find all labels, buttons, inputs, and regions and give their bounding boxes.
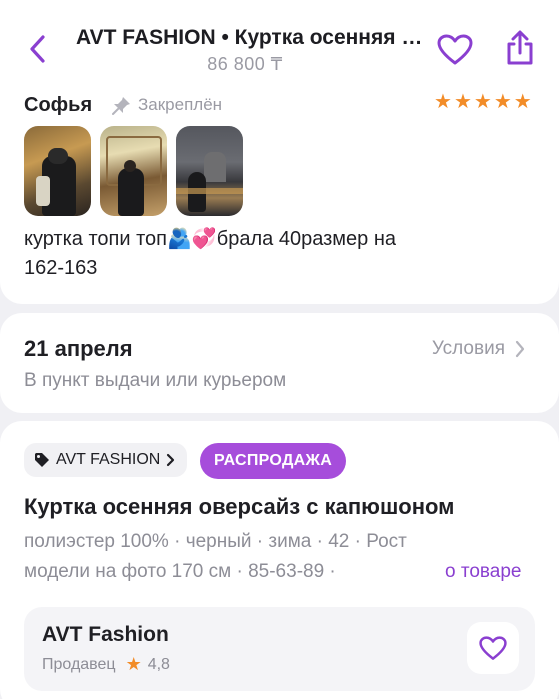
top-bar: AVT FASHION • Куртка осенняя оверсайз с … — [0, 0, 559, 84]
attributes-line: полиэстер 100% · черный · зима · 42 · Ро… — [24, 531, 407, 552]
delivery-card[interactable]: 21 апреля В пункт выдачи или курьером Ус… — [0, 313, 559, 413]
delivery-date: 21 апреля — [24, 336, 133, 361]
pinned-text: Закреплён — [138, 95, 223, 114]
star-icon: ★ — [125, 654, 142, 674]
product-attributes: полиэстер 100% · черный · зима · 42 · Ро… — [24, 527, 504, 587]
brand-chip[interactable]: AVT FASHION — [24, 443, 188, 477]
about-product-link[interactable]: о товаре — [445, 557, 521, 587]
review-text-line: куртка топи топ🫂💞брала 40размер на — [24, 228, 396, 250]
seller-favorite-button[interactable] — [467, 622, 519, 674]
star-icon: ★ — [513, 91, 532, 113]
share-button[interactable] — [502, 28, 538, 68]
conditions-link[interactable]: Условия — [432, 338, 525, 360]
brand-label: AVT FASHION — [56, 451, 161, 468]
review-card: Софья Закреплён ★ ★ ★ ★ ★ куртка топи то… — [0, 84, 559, 304]
seller-meta: Продавец ★ 4,8 — [42, 654, 170, 675]
star-icon: ★ — [453, 91, 472, 113]
share-icon — [507, 30, 533, 65]
review-text-line: 162-163 — [24, 257, 98, 279]
rating-stars: ★ ★ ★ ★ ★ — [434, 92, 532, 112]
favorite-button[interactable] — [436, 32, 474, 68]
header-price: 86 800 ₸ — [207, 54, 283, 74]
seller-name: AVT Fashion — [42, 623, 169, 646]
pinned-label: Закреплён — [112, 95, 222, 115]
reviewer-name: Софья — [24, 94, 93, 116]
seller-rating: 4,8 — [147, 655, 170, 673]
page-title: AVT FASHION • Куртка осенняя оверсайз с … — [76, 26, 424, 49]
star-icon: ★ — [434, 91, 452, 113]
review-photo[interactable] — [176, 126, 243, 216]
star-icon: ★ — [473, 91, 492, 113]
seller-card[interactable]: AVT Fashion Продавец ★ 4,8 — [24, 607, 535, 691]
product-card: AVT FASHION РАСПРОДАЖА Куртка осенняя ов… — [0, 421, 559, 699]
heart-icon — [437, 34, 473, 65]
heart-icon — [479, 635, 507, 660]
star-icon: ★ — [493, 91, 512, 113]
conditions-label: Условия — [431, 338, 505, 359]
delivery-subtitle: В пункт выдачи или курьером — [24, 370, 287, 391]
sale-badge[interactable]: РАСПРОДАЖА — [200, 443, 347, 479]
product-name: Куртка осенняя оверсайз с капюшоном — [24, 494, 455, 519]
chevron-right-icon — [167, 453, 175, 467]
review-text: куртка топи топ🫂💞брала 40размер на 162-1… — [24, 225, 534, 283]
tag-icon — [35, 453, 49, 467]
pin-icon — [112, 97, 130, 115]
review-photos — [24, 126, 243, 216]
attributes-line: модели на фото 170 см · 85-63-89 · — [24, 561, 336, 582]
review-photo[interactable] — [100, 126, 167, 216]
review-photo[interactable] — [24, 126, 91, 216]
seller-role: Продавец — [42, 655, 116, 673]
chevron-right-icon — [515, 340, 525, 358]
